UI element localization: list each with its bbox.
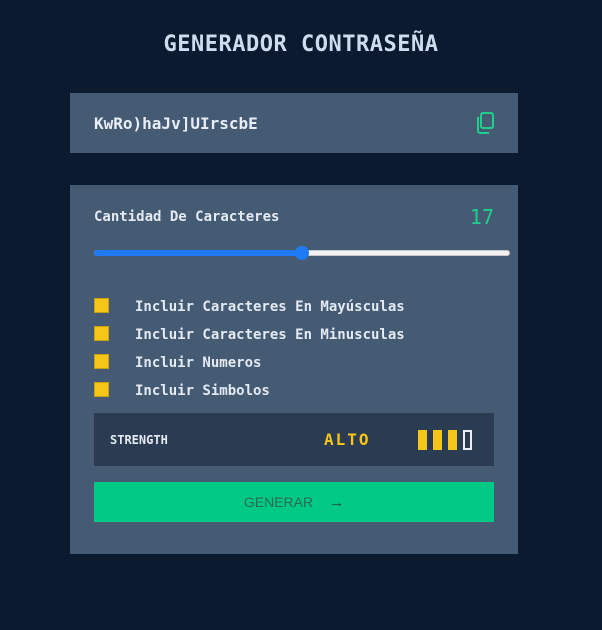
password-text: KwRo)haJv]UIrscbE	[94, 113, 258, 133]
option-symbols[interactable]: Incluir Simbolos	[94, 377, 405, 405]
option-numbers[interactable]: Incluir Numeros	[94, 349, 405, 377]
generate-label: GENERAR	[243, 494, 314, 510]
length-row: Cantidad De Caracteres 17	[94, 205, 494, 229]
length-value: 17	[469, 205, 494, 229]
option-label: Incluir Caracteres En Minusculas	[135, 327, 405, 343]
options-list: Incluir Caracteres En Mayúsculas Incluir…	[94, 293, 405, 405]
uppercase-checkbox[interactable]	[94, 297, 109, 313]
password-display: KwRo)haJv]UIrscbE	[70, 93, 518, 153]
strength-meter: STRENGTH ALTO	[94, 413, 494, 466]
arrow-right-icon: →	[329, 493, 345, 511]
strength-bar	[418, 429, 427, 450]
slider-thumb[interactable]	[295, 246, 309, 260]
lowercase-checkbox[interactable]	[94, 325, 109, 341]
strength-bar	[463, 429, 472, 450]
generate-button[interactable]: GENERAR →	[94, 482, 494, 522]
symbols-checkbox[interactable]	[94, 381, 109, 397]
length-label: Cantidad De Caracteres	[94, 209, 280, 225]
copy-icon[interactable]	[474, 111, 496, 135]
strength-value: ALTO	[324, 430, 371, 449]
strength-label: STRENGTH	[110, 432, 168, 447]
strength-bar	[433, 429, 442, 450]
page-title: GENERADOR CONTRASEÑA	[163, 32, 439, 57]
strength-bar	[448, 429, 457, 450]
option-lowercase[interactable]: Incluir Caracteres En Minusculas	[94, 321, 405, 349]
option-label: Incluir Caracteres En Mayúsculas	[135, 299, 405, 315]
settings-panel: Cantidad De Caracteres 17 Incluir Caract…	[70, 185, 518, 554]
numbers-checkbox[interactable]	[94, 353, 109, 369]
slider-fill	[94, 250, 302, 256]
option-label: Incluir Simbolos	[135, 383, 270, 399]
length-slider[interactable]	[94, 246, 510, 260]
option-label: Incluir Numeros	[135, 355, 262, 371]
strength-bars	[418, 429, 472, 450]
option-uppercase[interactable]: Incluir Caracteres En Mayúsculas	[94, 293, 405, 321]
